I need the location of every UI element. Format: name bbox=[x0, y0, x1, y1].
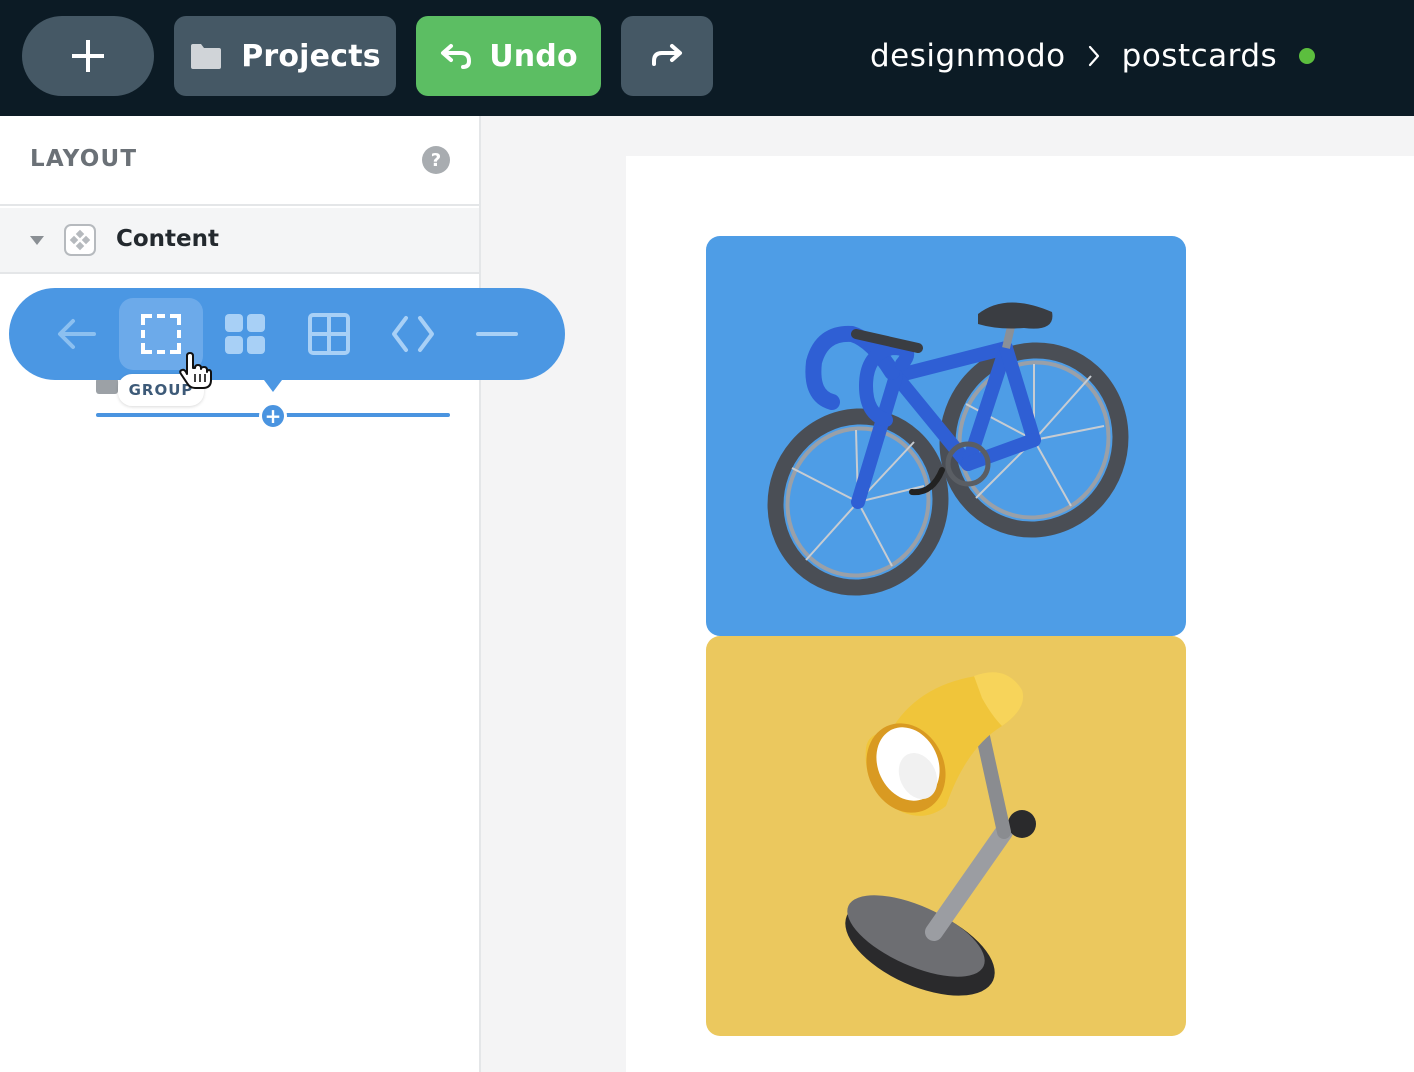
code-button[interactable] bbox=[371, 298, 455, 370]
postcard-lamp[interactable] bbox=[706, 636, 1186, 1036]
status-dot bbox=[1299, 48, 1316, 64]
plus-icon bbox=[72, 40, 104, 72]
redo-arrow-icon bbox=[652, 44, 682, 66]
table-grid-icon bbox=[308, 313, 350, 355]
folder-icon bbox=[191, 44, 222, 69]
tree-item-label: Content bbox=[116, 226, 220, 252]
breadcrumb-item-project[interactable]: postcards bbox=[1122, 38, 1278, 74]
code-brackets-icon bbox=[392, 316, 434, 352]
image-thumb-icon bbox=[96, 378, 118, 394]
undo-button[interactable]: Undo bbox=[416, 16, 601, 96]
redo-button[interactable] bbox=[621, 16, 713, 96]
layout-title: LAYOUT bbox=[30, 146, 138, 172]
divider-button[interactable] bbox=[455, 298, 539, 370]
hand-cursor-icon bbox=[179, 352, 212, 389]
select-frame-icon bbox=[141, 314, 181, 354]
postcard-bike[interactable] bbox=[706, 236, 1186, 636]
help-icon[interactable]: ? bbox=[422, 146, 450, 174]
table-button[interactable] bbox=[287, 298, 371, 370]
top-bar: Projects Undo designmodo postcards bbox=[0, 0, 1414, 116]
breadcrumb: designmodo postcards bbox=[870, 30, 1316, 82]
layout-header: LAYOUT ? bbox=[0, 116, 479, 206]
layout-sidebar: LAYOUT ? Content bbox=[0, 116, 481, 1072]
desk-lamp-illustration bbox=[845, 672, 1036, 996]
breadcrumb-item-workspace[interactable]: designmodo bbox=[870, 38, 1066, 74]
back-button[interactable] bbox=[35, 298, 119, 370]
undo-arrow-icon bbox=[441, 44, 472, 69]
insert-plus-button[interactable]: + bbox=[259, 402, 287, 430]
editor-canvas bbox=[626, 156, 1414, 1072]
block-icon bbox=[64, 224, 96, 256]
block-toolbar bbox=[9, 288, 565, 380]
chevron-right-icon bbox=[1088, 45, 1100, 67]
minus-icon bbox=[476, 332, 518, 336]
add-button[interactable] bbox=[22, 16, 154, 96]
undo-label: Undo bbox=[489, 38, 578, 74]
projects-button[interactable]: Projects bbox=[174, 16, 396, 96]
grid-button[interactable] bbox=[203, 298, 287, 370]
arrow-left-icon bbox=[58, 319, 96, 349]
bicycle-illustration bbox=[767, 302, 1129, 596]
caret-down-icon[interactable] bbox=[30, 236, 44, 245]
tree-item-content[interactable]: Content bbox=[0, 208, 479, 274]
grid-blocks-icon bbox=[225, 314, 265, 354]
projects-label: Projects bbox=[241, 38, 381, 74]
